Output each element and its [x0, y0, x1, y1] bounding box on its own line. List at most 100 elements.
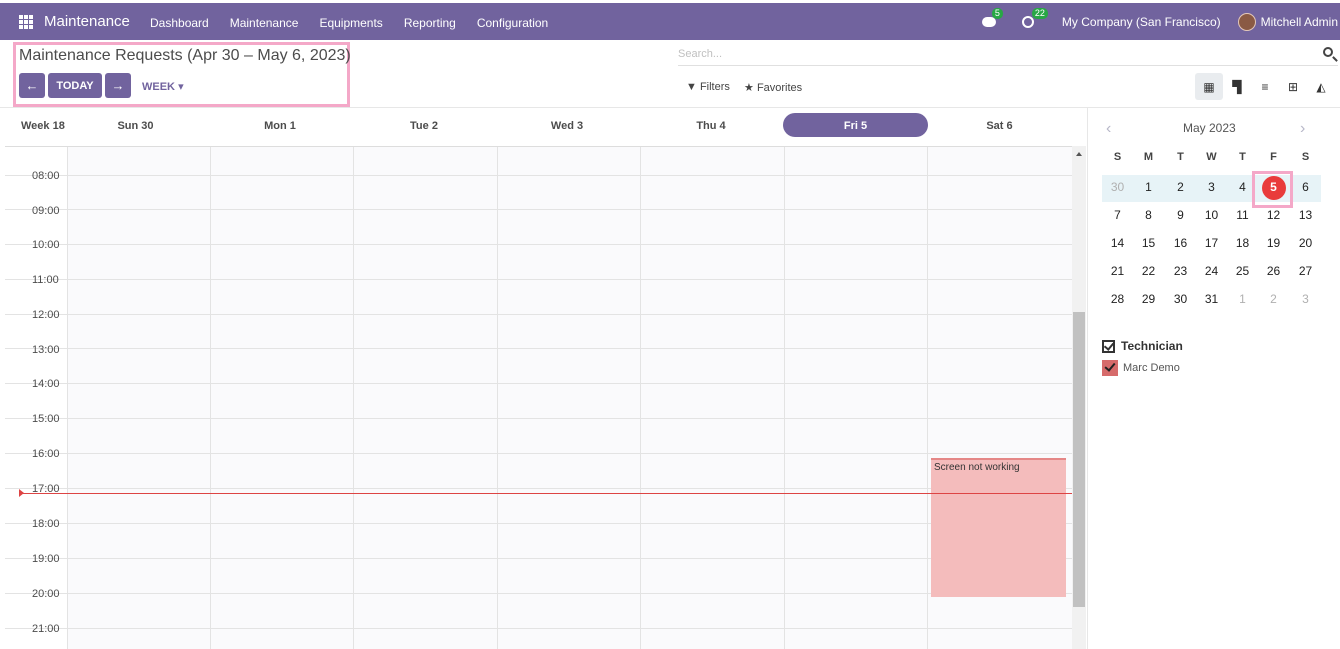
day-header-sat[interactable]: Sat 6 — [928, 120, 1071, 132]
mini-day[interactable]: 31 — [1196, 292, 1227, 306]
next-button[interactable]: → — [105, 73, 131, 98]
time-label: 13:00 — [32, 344, 60, 356]
kanban-view-icon[interactable]: ▜ — [1223, 73, 1251, 100]
mini-day[interactable]: 25 — [1227, 264, 1258, 278]
mini-day[interactable]: 13 — [1290, 208, 1321, 222]
column-divider — [210, 147, 211, 649]
mini-day[interactable]: 3 — [1290, 292, 1321, 306]
mini-day[interactable]: 9 — [1165, 208, 1196, 222]
mini-day[interactable]: 28 — [1102, 292, 1133, 306]
clock-icon — [1021, 15, 1034, 28]
mini-day[interactable]: 3 — [1196, 180, 1227, 194]
favorites-button[interactable]: ★ Favorites — [744, 81, 802, 94]
mini-day[interactable]: 14 — [1102, 236, 1133, 250]
mini-day[interactable]: 18 — [1227, 236, 1258, 250]
filter-item-marc-demo[interactable]: Marc Demo — [1102, 360, 1180, 376]
menu-item-dashboard[interactable]: Dashboard — [150, 16, 209, 30]
scale-dropdown[interactable]: WEEK ▾ — [142, 80, 184, 93]
scrollbar-thumb[interactable] — [1073, 312, 1085, 607]
filters-label: Filters — [699, 81, 730, 93]
time-label: 20:00 — [32, 588, 60, 600]
time-label: 15:00 — [32, 413, 60, 425]
day-header-sun[interactable]: Sun 30 — [67, 120, 204, 132]
scroll-up-icon[interactable] — [1076, 152, 1082, 156]
checkbox-icon[interactable] — [1102, 339, 1115, 353]
filter-group-label: Technician — [1121, 339, 1183, 353]
hour-line — [5, 314, 1072, 315]
messages-button[interactable]: 5 — [981, 7, 1003, 29]
systray: 5 22 My Company (San Francisco) Mitchell… — [981, 3, 1340, 40]
weekday-label: F — [1270, 151, 1277, 163]
chevron-left-icon[interactable]: ‹ — [1106, 120, 1111, 138]
mini-day[interactable]: 6 — [1290, 180, 1321, 194]
today-highlight-box — [1252, 171, 1293, 208]
previous-button[interactable]: ← — [19, 73, 45, 98]
filters-button[interactable]: ▼ Filters — [686, 81, 730, 93]
avatar[interactable] — [1237, 12, 1256, 31]
mini-day[interactable]: 7 — [1102, 208, 1133, 222]
mini-day[interactable]: 1 — [1227, 292, 1258, 306]
chevron-right-icon[interactable]: › — [1300, 120, 1305, 138]
mini-day[interactable]: 16 — [1165, 236, 1196, 250]
apps-menu-icon[interactable] — [19, 15, 33, 29]
menu-item-equipments[interactable]: Equipments — [319, 16, 382, 30]
search-icon[interactable] — [1323, 47, 1333, 57]
mini-day[interactable]: 23 — [1165, 264, 1196, 278]
column-divider — [67, 147, 68, 649]
menu-item-configuration[interactable]: Configuration — [477, 16, 548, 30]
pivot-view-icon[interactable]: ⊞ — [1279, 73, 1307, 100]
mini-day[interactable]: 2 — [1165, 180, 1196, 194]
column-divider — [640, 147, 641, 649]
mini-day[interactable]: 12 — [1258, 208, 1289, 222]
mini-day[interactable]: 27 — [1290, 264, 1321, 278]
time-label: 19:00 — [32, 553, 60, 565]
today-button[interactable]: TODAY — [48, 73, 102, 98]
calendar-view-icon[interactable]: ▦ — [1195, 73, 1223, 100]
user-menu[interactable]: Mitchell Admin — [1261, 15, 1338, 29]
list-view-icon[interactable]: ≡ — [1251, 73, 1279, 100]
mini-day[interactable]: 22 — [1133, 264, 1164, 278]
day-header-tue[interactable]: Tue 2 — [354, 120, 494, 132]
mini-day[interactable]: 17 — [1196, 236, 1227, 250]
arrow-left-icon: ← — [25, 78, 39, 93]
search-input[interactable]: Search... — [678, 48, 722, 60]
calendar-event[interactable]: Screen not working — [931, 458, 1066, 597]
weekday-label: S — [1113, 151, 1122, 163]
weekday-label: W — [1206, 151, 1217, 163]
hour-line — [5, 628, 1072, 629]
app-brand[interactable]: Maintenance — [44, 13, 130, 30]
activities-badge: 22 — [1031, 7, 1048, 19]
mini-day[interactable]: 26 — [1258, 264, 1289, 278]
mini-day[interactable]: 8 — [1133, 208, 1164, 222]
day-header-mon[interactable]: Mon 1 — [210, 120, 350, 132]
mini-day[interactable]: 20 — [1290, 236, 1321, 250]
column-divider — [784, 147, 785, 649]
checkbox-icon[interactable] — [1102, 360, 1118, 376]
company-switcher[interactable]: My Company (San Francisco) — [1062, 15, 1221, 29]
technician-filter-group[interactable]: Technician — [1102, 339, 1183, 353]
mini-day[interactable]: 19 — [1258, 236, 1289, 250]
calendar-grid[interactable]: 08:00 09:00 10:00 11:00 12:00 13:00 14:0… — [5, 146, 1072, 649]
graph-view-icon[interactable]: ◭ — [1307, 73, 1335, 100]
mini-day[interactable]: 15 — [1133, 236, 1164, 250]
calendar-scrollbar[interactable] — [1072, 146, 1086, 649]
mini-day[interactable]: 21 — [1102, 264, 1133, 278]
mini-day[interactable]: 11 — [1227, 208, 1258, 222]
search-bar[interactable]: Search... — [678, 46, 1338, 66]
page-title: Maintenance Requests (Apr 30 – May 6, 20… — [19, 47, 351, 64]
mini-day[interactable]: 30 — [1102, 180, 1133, 194]
mini-day[interactable]: 2 — [1258, 292, 1289, 306]
mini-day[interactable]: 30 — [1165, 292, 1196, 306]
day-header-thu[interactable]: Thu 4 — [641, 120, 781, 132]
day-header-fri[interactable]: Fri 5 — [783, 120, 928, 132]
day-header-wed[interactable]: Wed 3 — [497, 120, 637, 132]
mini-day[interactable]: 29 — [1133, 292, 1164, 306]
mini-day[interactable]: 1 — [1133, 180, 1164, 194]
weekday-label: M — [1143, 151, 1154, 163]
mini-day[interactable]: 10 — [1196, 208, 1227, 222]
menu-item-maintenance[interactable]: Maintenance — [230, 16, 299, 30]
scale-label: WEEK — [142, 81, 175, 93]
menu-item-reporting[interactable]: Reporting — [404, 16, 456, 30]
mini-day[interactable]: 24 — [1196, 264, 1227, 278]
activities-button[interactable]: 22 — [1021, 7, 1048, 29]
